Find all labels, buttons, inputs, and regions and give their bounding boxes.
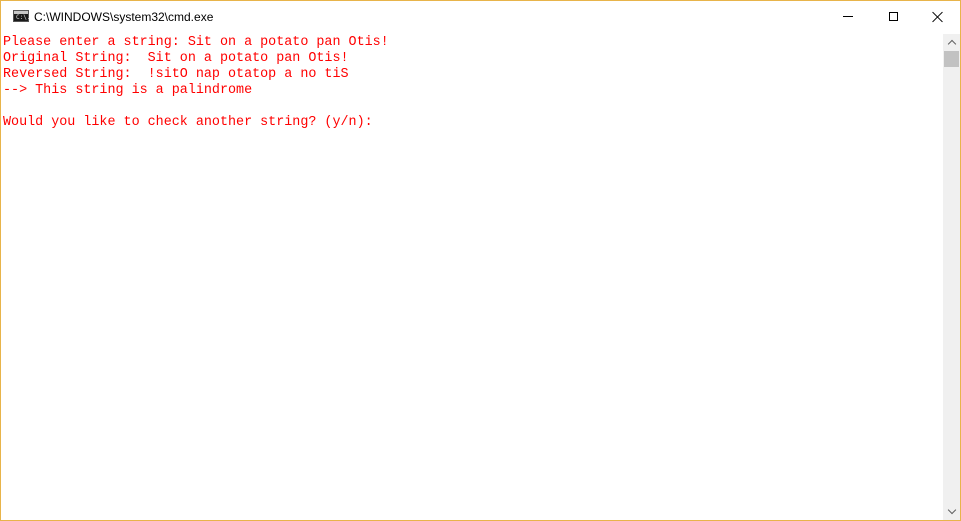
maximize-icon [888,12,898,21]
title-bar[interactable]: C:\. C:\WINDOWS\system32\cmd.exe [1,1,960,33]
console-line-prompt: Please enter a string: Sit on a potato p… [3,35,389,50]
chevron-up-icon [947,39,956,49]
console-line-continue-prompt: Would you like to check another string? … [3,115,373,130]
cmd-icon-glyph: C:\. [16,14,31,21]
window-title: C:\WINDOWS\system32\cmd.exe [34,10,214,24]
close-icon [932,11,944,23]
maximize-button[interactable] [870,1,916,32]
vertical-scrollbar[interactable] [943,34,960,520]
cmd-icon[interactable]: C:\. [13,10,31,22]
cmd-window: C:\. C:\WINDOWS\system32\cmd.exe Please … [0,0,961,521]
scroll-up-button[interactable] [943,34,960,51]
console-line-result: --> This string is a palindrome [3,83,253,98]
close-button[interactable] [915,1,960,32]
console-line-original: Original String: Sit on a potato pan Oti… [3,51,349,66]
console-output[interactable]: Please enter a string: Sit on a potato p… [1,34,943,520]
console-line-reversed: Reversed String: !sitO nap otatop a no t… [3,67,349,82]
chevron-down-icon [947,505,956,515]
minimize-button[interactable] [825,1,871,32]
scroll-down-button[interactable] [943,503,960,520]
minimize-icon [843,16,853,17]
scroll-thumb[interactable] [944,51,959,67]
